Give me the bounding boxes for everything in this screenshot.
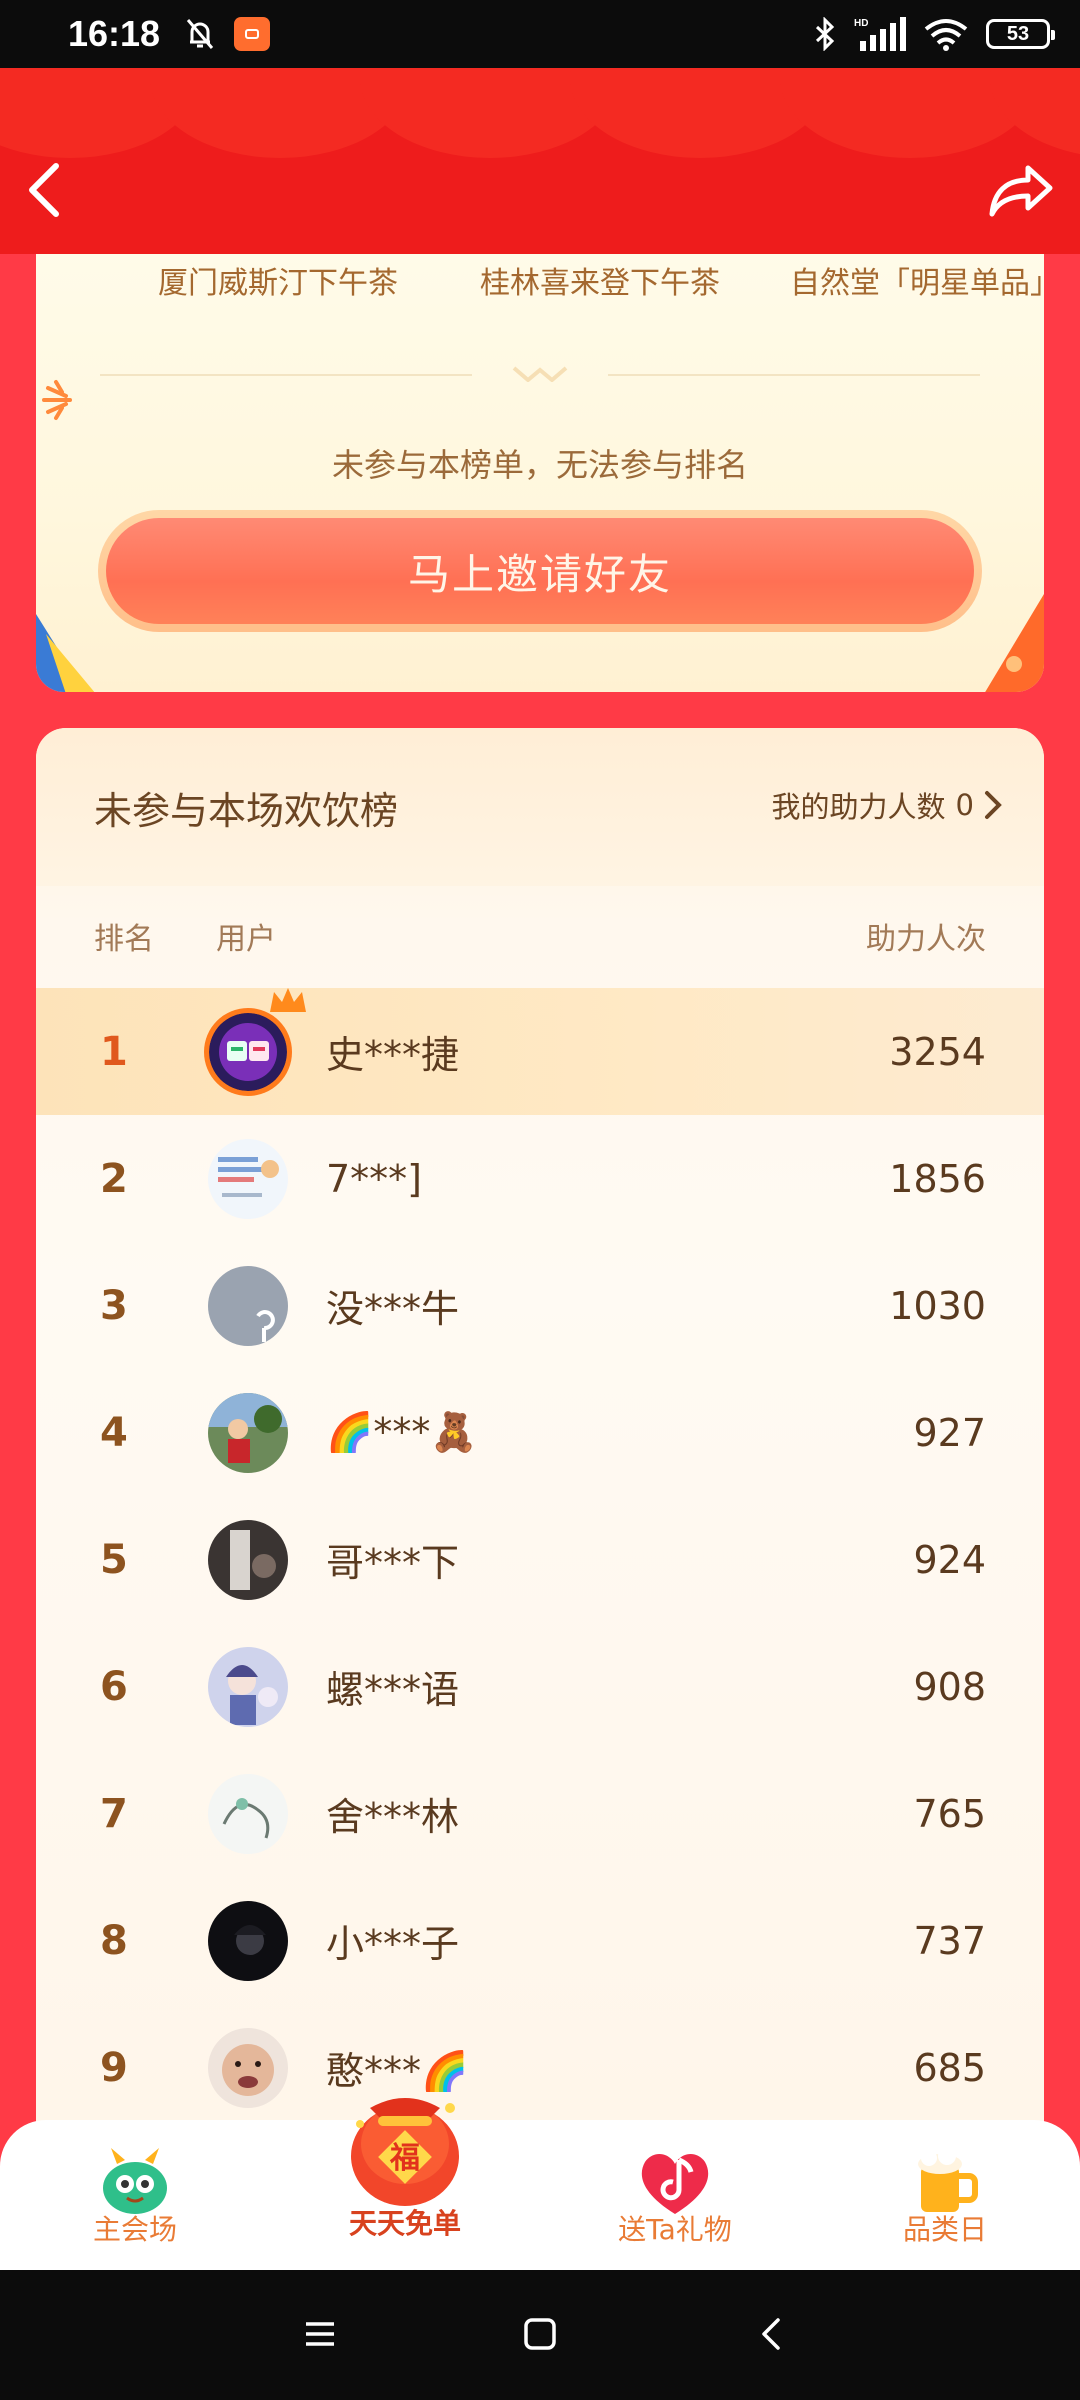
menu-icon[interactable] <box>300 2314 340 2354</box>
rank-number: 9 <box>100 2044 128 2091</box>
reward-card: 厦门威斯汀下午茶 桂林喜来登下午茶 自然堂「明星单品」 未参与本榜单，无法参与排… <box>36 254 1044 692</box>
user-name: 舍***林 <box>326 1795 460 1839</box>
avatar <box>208 1265 288 1346</box>
avatar <box>208 1900 288 1981</box>
my-helpers-link[interactable]: 我的助力人数 0 <box>772 784 1002 826</box>
bluetooth-icon <box>815 17 835 51</box>
user-name: 哥***下 <box>326 1541 460 1585</box>
help-count: 3254 <box>889 1029 986 1074</box>
rank-number: 7 <box>100 1790 128 1837</box>
user-name: 7***] <box>326 1156 423 1201</box>
app-notification-icon <box>234 17 271 51</box>
my-helpers-count: 0 <box>955 788 974 822</box>
help-count: 924 <box>913 1537 986 1582</box>
ranking-row[interactable]: 1 史***捷 3254 <box>36 988 1044 1115</box>
ranking-row[interactable]: 3 没***牛 1030 <box>36 1242 1044 1369</box>
avatar <box>208 1392 288 1473</box>
user-name: 🌈***🧸 <box>326 1410 478 1454</box>
avatar <box>208 2027 288 2108</box>
invite-button-label: 马上邀请好友 <box>106 518 974 624</box>
ranking-row[interactable]: 9 憨***🌈 685 <box>36 2004 1044 2128</box>
ranking-row[interactable]: 2 7***] 1856 <box>36 1115 1044 1242</box>
prize-tab[interactable]: 自然堂「明星单品」 <box>790 258 1044 302</box>
tab-label: 品类日 <box>902 2213 987 2246</box>
rank-number: 4 <box>100 1409 128 1456</box>
leaderboard-title: 未参与本场欢饮榜 <box>94 789 399 833</box>
col-rank: 排名 <box>94 922 154 957</box>
help-count: 927 <box>913 1410 986 1455</box>
rank-number: 8 <box>100 1917 128 1964</box>
avatar <box>204 1007 292 1096</box>
user-name: 没***牛 <box>326 1287 460 1331</box>
divider <box>100 366 980 382</box>
help-count: 908 <box>913 1664 986 1709</box>
lucky-bag-icon[interactable]: 福 <box>330 2068 480 2218</box>
avatar <box>208 1646 288 1727</box>
back-arrow-icon[interactable] <box>24 160 64 220</box>
ranking-row[interactable]: 5 哥***下 924 <box>36 1496 1044 1623</box>
help-count: 685 <box>913 2045 986 2090</box>
col-count: 助力人次 <box>866 922 986 957</box>
help-count: 765 <box>913 1791 986 1836</box>
bottom-tab-bar: 主会场 天天免单 送Ta礼物 品类日 <box>0 2120 1080 2270</box>
status-time: 16:18 <box>68 13 161 54</box>
rank-number: 1 <box>100 1028 128 1075</box>
rank-number: 5 <box>100 1536 128 1583</box>
avatar <box>208 1138 288 1219</box>
help-count: 737 <box>913 1918 986 1963</box>
battery-indicator: 53 <box>986 19 1055 49</box>
prize-tabs: 厦门威斯汀下午茶 桂林喜来登下午茶 自然堂「明星单品」 <box>36 254 1044 314</box>
my-helpers-label: 我的助力人数 <box>771 790 946 824</box>
user-name: 螺***语 <box>326 1668 460 1712</box>
rank-number: 3 <box>100 1282 128 1329</box>
home-icon[interactable] <box>520 2314 560 2354</box>
ranking-row[interactable]: 6 螺***语 908 <box>36 1623 1044 1750</box>
svg-text:福: 福 <box>389 2141 420 2176</box>
battery-level: 53 <box>1006 22 1030 45</box>
ranking-row[interactable]: 4 🌈***🧸 927 <box>36 1369 1044 1496</box>
ranking-list: 1 史***捷 3254 2 7***] 1856 3 没***牛 1030 4… <box>36 988 1044 2128</box>
rank-number: 6 <box>100 1663 128 1710</box>
help-count: 1030 <box>889 1283 986 1328</box>
crown-icon <box>270 988 306 1012</box>
avatar <box>208 1773 288 1854</box>
avatar <box>208 1519 288 1600</box>
rank-number: 2 <box>100 1155 128 1202</box>
svg-text:HD: HD <box>854 18 868 29</box>
back-icon[interactable] <box>752 2314 792 2354</box>
ranking-row[interactable]: 7 舍***林 765 <box>36 1750 1044 1877</box>
sparkle-decoration <box>42 380 72 420</box>
tab-label: 主会场 <box>92 2213 177 2246</box>
help-count: 1856 <box>889 1156 986 1201</box>
leaderboard-card: 未参与本场欢饮榜 我的助力人数 0 排名 用户 助力人次 1 史***捷 325… <box>36 728 1044 2128</box>
user-name: 史***捷 <box>326 1033 460 1077</box>
chevron-right-icon <box>985 791 1002 819</box>
tab-category-day[interactable]: 品类日 <box>810 2120 1080 2270</box>
user-name: 小***子 <box>326 1922 460 1966</box>
prize-tab[interactable]: 厦门威斯汀下午茶 <box>158 258 398 302</box>
tab-label: 送Ta礼物 <box>618 2213 732 2246</box>
confetti-decoration <box>985 594 1044 692</box>
share-icon[interactable] <box>988 162 1054 218</box>
col-user: 用户 <box>216 922 276 957</box>
confetti-decoration <box>36 614 95 692</box>
tab-send-gift[interactable]: 送Ta礼物 <box>540 2120 810 2270</box>
not-joined-notice: 未参与本榜单，无法参与排名 <box>331 446 748 484</box>
wifi-icon <box>924 19 968 51</box>
signal-icon: HD <box>854 17 906 51</box>
ranking-row[interactable]: 8 小***子 737 <box>36 1877 1044 2004</box>
system-nav-bar <box>0 2270 1080 2400</box>
prize-tab[interactable]: 桂林喜来登下午茶 <box>480 258 720 302</box>
invite-friends-button[interactable]: 马上邀请好友 <box>98 510 982 632</box>
bell-muted-icon <box>186 19 214 49</box>
status-bar: 16:18 HD 53 <box>0 0 1080 68</box>
tab-main-venue[interactable]: 主会场 <box>0 2120 270 2270</box>
page-header <box>0 68 1080 254</box>
